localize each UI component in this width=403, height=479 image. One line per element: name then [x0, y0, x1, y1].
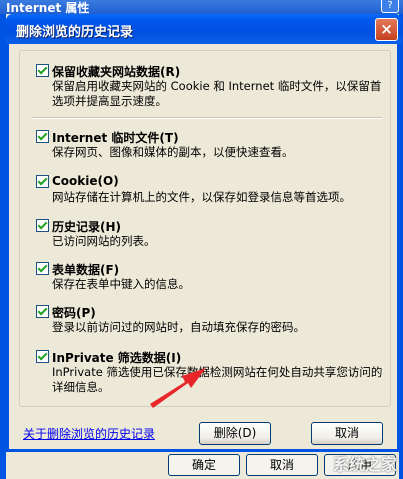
option-desc: 登录以前访问过的网站时，自动填充保存的密码。 [52, 320, 305, 334]
option-title: 保留收藏夹网站数据(R) [52, 65, 181, 79]
checkbox-passwords[interactable] [36, 305, 49, 318]
checkbox-inprivate-filtering[interactable] [36, 350, 49, 363]
option-title: InPrivate 筛选数据(I) [52, 351, 182, 365]
dialog-titlebar[interactable]: 删除浏览的历史记录 × [6, 14, 402, 44]
option-desc: 网站存储在计算机上的文件，以保存如登录信息等首选项。 [52, 190, 351, 204]
about-delete-history-link[interactable]: 关于删除浏览的历史记录 [23, 425, 155, 442]
parent-cancel-button[interactable]: 取消 [246, 454, 318, 476]
option-title: 历史记录(H) [52, 220, 122, 234]
parent-ok-button[interactable]: 确定 [168, 454, 240, 476]
dialog-title: 删除浏览的历史记录 [16, 25, 134, 40]
close-icon[interactable]: × [375, 18, 398, 41]
dialog-body: 保留收藏夹网站数据(R) 保留启用收藏夹网站的 Cookie 和 Interne… [9, 44, 397, 449]
option-title: 表单数据(F) [52, 263, 120, 277]
option-desc: 保存在表单中键入的信息。 [52, 277, 190, 291]
option-title: Cookie(O) [52, 174, 119, 188]
divider [32, 117, 382, 119]
checkbox-form-data[interactable] [36, 262, 49, 275]
option-title: 密码(P) [52, 306, 96, 320]
help-icon[interactable]: ? [381, 0, 399, 13]
options-group: 保留收藏夹网站数据(R) 保留启用收藏夹网站的 Cookie 和 Interne… [19, 50, 391, 407]
checkbox-preserve-favorites[interactable] [36, 64, 49, 77]
checkbox-history[interactable] [36, 219, 49, 232]
watermark-logo: 系统之家 [332, 455, 397, 474]
checkbox-temp-files[interactable] [36, 130, 49, 143]
option-preserve-favorites[interactable]: 保留收藏夹网站数据(R) 保留启用收藏夹网站的 Cookie 和 Interne… [36, 63, 386, 123]
cancel-button[interactable]: 取消 [311, 422, 383, 445]
checkbox-cookies[interactable] [36, 175, 49, 188]
option-desc: 保存网页、图像和媒体的副本，以便快速查看。 [52, 145, 294, 159]
delete-history-dialog: 删除浏览的历史记录 × 保留收藏夹网站数据(R) 保留启用收藏夹网站的 Cook… [6, 14, 402, 452]
option-desc: 已访问网站的列表。 [52, 234, 156, 248]
option-desc: 保留启用收藏夹网站的 Cookie 和 Internet 临时文件，以保留首选项… [52, 79, 382, 108]
parent-titlebar: Internet 属性 ? [0, 0, 403, 15]
option-title: Internet 临时文件(T) [52, 131, 179, 145]
delete-button[interactable]: 删除(D) [199, 422, 271, 445]
option-desc: InPrivate 筛选使用已保存数据检测网站在何处自动共享您访问的详细信息。 [52, 365, 383, 394]
